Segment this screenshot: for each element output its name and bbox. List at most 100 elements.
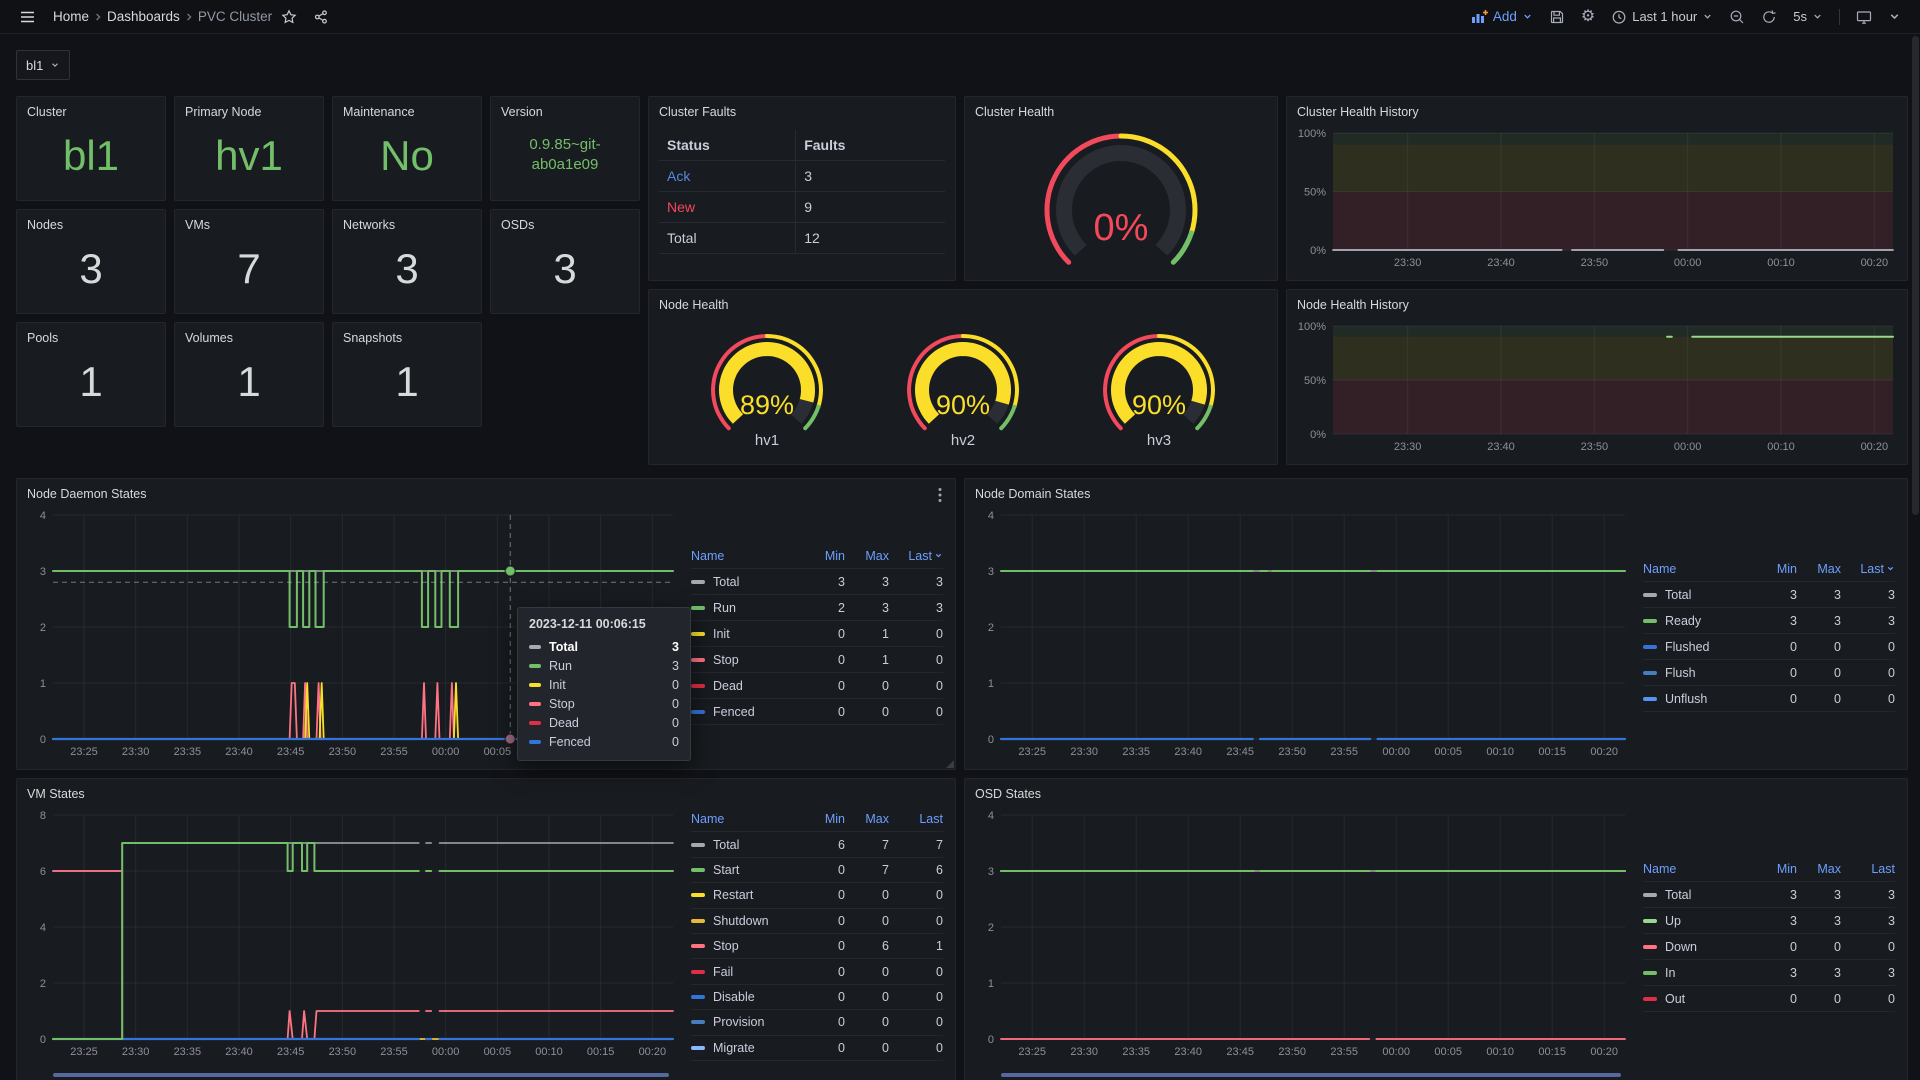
panel-title[interactable]: Node Domain States bbox=[965, 479, 1907, 502]
panel-title[interactable]: Node Health History bbox=[1287, 290, 1907, 313]
zoom-out-button[interactable] bbox=[1722, 3, 1752, 31]
legend-header: NameMinMaxLast bbox=[691, 543, 943, 569]
fault-status: Ack bbox=[659, 168, 795, 184]
panel-title[interactable]: VM States bbox=[17, 779, 955, 802]
panel-title[interactable]: Volumes bbox=[175, 323, 323, 346]
add-panel-button[interactable]: Add bbox=[1464, 3, 1540, 31]
legend-col-last[interactable]: Last bbox=[889, 549, 943, 563]
legend-col-name[interactable]: Name bbox=[691, 549, 801, 563]
panel-title[interactable]: OSD States bbox=[965, 779, 1907, 802]
legend-series-name[interactable]: Total bbox=[691, 838, 801, 852]
legend-series-name[interactable]: Dead bbox=[691, 679, 801, 693]
node-health-history-chart[interactable]: 0%50%100%23:3023:4023:5000:0000:1000:20 bbox=[1293, 318, 1901, 456]
panel-title[interactable]: Cluster bbox=[17, 97, 165, 120]
panel-title[interactable]: Node Daemon States bbox=[17, 479, 955, 502]
svg-text:23:40: 23:40 bbox=[1487, 441, 1515, 453]
dashboard-settings-button[interactable]: ⚙ bbox=[1574, 3, 1602, 31]
legend-series-name[interactable]: Stop bbox=[691, 653, 801, 667]
legend-series-name[interactable]: Fail bbox=[691, 965, 801, 979]
panel-title[interactable]: Cluster Health bbox=[965, 97, 1277, 120]
legend-series-name[interactable]: Flush bbox=[1643, 666, 1753, 680]
legend-series-name[interactable]: Out bbox=[1643, 992, 1753, 1006]
faults-col-faults[interactable]: Faults bbox=[795, 130, 945, 160]
panel-title[interactable]: Pools bbox=[17, 323, 165, 346]
legend-series-name[interactable]: Shutdown bbox=[691, 914, 801, 928]
node_domain-svg[interactable]: 0123423:2523:3023:3523:4023:4523:5023:55… bbox=[971, 507, 1633, 761]
panel-title[interactable]: Node Health bbox=[649, 290, 1277, 313]
legend-series-name[interactable]: Total bbox=[1643, 588, 1753, 602]
legend-col-max[interactable]: Max bbox=[845, 549, 889, 563]
legend-col-min[interactable]: Min bbox=[1753, 862, 1797, 876]
panel-menu-button[interactable] bbox=[933, 484, 947, 506]
chart-scrollbar[interactable] bbox=[53, 1073, 669, 1077]
legend-col-last[interactable]: Last bbox=[889, 812, 943, 826]
legend-col-last[interactable]: Last bbox=[1841, 562, 1895, 576]
legend-series-name[interactable]: Run bbox=[691, 601, 801, 615]
legend-col-min[interactable]: Min bbox=[1753, 562, 1797, 576]
legend-series-name[interactable]: Ready bbox=[1643, 614, 1753, 628]
legend-max: 0 bbox=[845, 679, 889, 693]
legend-series-name[interactable]: Migrate bbox=[691, 1041, 801, 1055]
panel-title[interactable]: OSDs bbox=[491, 210, 639, 233]
legend-col-max[interactable]: Max bbox=[1797, 562, 1841, 576]
legend-series-name[interactable]: Unflush bbox=[1643, 692, 1753, 706]
scrollbar-thumb[interactable] bbox=[1912, 36, 1919, 515]
panel-title[interactable]: Snapshots bbox=[333, 323, 481, 346]
panel-resize-handle[interactable] bbox=[946, 760, 954, 768]
panel-title[interactable]: Networks bbox=[333, 210, 481, 233]
save-dashboard-button[interactable] bbox=[1542, 3, 1572, 31]
favorite-star-button[interactable] bbox=[274, 3, 304, 31]
panel-title[interactable]: Cluster Faults bbox=[649, 97, 955, 120]
cluster_health_history-svg[interactable]: 0%50%100%23:3023:4023:5000:0000:1000:20 bbox=[1293, 125, 1901, 272]
time-range-button[interactable]: Last 1 hour bbox=[1604, 3, 1720, 31]
osd-states-chart[interactable]: 0123423:2523:3023:3523:4023:4523:5023:55… bbox=[971, 807, 1633, 1061]
legend-series-name[interactable]: Up bbox=[1643, 914, 1753, 928]
legend-col-max[interactable]: Max bbox=[845, 812, 889, 826]
legend-col-min[interactable]: Min bbox=[801, 549, 845, 563]
legend-series-name[interactable]: Fenced bbox=[691, 705, 801, 719]
legend-series-name[interactable]: Restart bbox=[691, 888, 801, 902]
dashboard-scrollbar[interactable] bbox=[1912, 36, 1919, 1078]
panel-title[interactable]: VMs bbox=[175, 210, 323, 233]
panel-title[interactable]: Cluster Health History bbox=[1287, 97, 1907, 120]
vm_states-svg[interactable]: 0246823:2523:3023:3523:4023:4523:5023:55… bbox=[23, 807, 681, 1061]
legend-series-name[interactable]: In bbox=[1643, 966, 1753, 980]
svg-text:23:35: 23:35 bbox=[1122, 1046, 1150, 1058]
legend-series-name[interactable]: Total bbox=[1643, 888, 1753, 902]
legend-series-name[interactable]: Init bbox=[691, 627, 801, 641]
legend-series-name[interactable]: Start bbox=[691, 863, 801, 877]
panel-title[interactable]: Maintenance bbox=[333, 97, 481, 120]
vm-states-chart[interactable]: 0246823:2523:3023:3523:4023:4523:5023:55… bbox=[23, 807, 681, 1061]
panel-title[interactable]: Nodes bbox=[17, 210, 165, 233]
legend-series-name[interactable]: Stop bbox=[691, 939, 801, 953]
faults-col-status[interactable]: Status bbox=[659, 137, 795, 153]
legend-col-last[interactable]: Last bbox=[1841, 862, 1895, 876]
panel-title[interactable]: Primary Node bbox=[175, 97, 323, 120]
legend-col-name[interactable]: Name bbox=[1643, 562, 1753, 576]
kiosk-mode-button[interactable] bbox=[1849, 3, 1879, 31]
breadcrumb-home[interactable]: Home bbox=[53, 9, 89, 24]
legend-col-name[interactable]: Name bbox=[1643, 862, 1753, 876]
legend-series-name[interactable]: Provision bbox=[691, 1015, 801, 1029]
legend-col-min[interactable]: Min bbox=[801, 812, 845, 826]
menu-toggle-button[interactable] bbox=[12, 3, 43, 31]
chart-scrollbar[interactable] bbox=[1001, 1073, 1621, 1077]
refresh-interval-button[interactable]: 5s bbox=[1786, 3, 1830, 31]
nav-collapse-button[interactable] bbox=[1881, 3, 1908, 31]
legend-series-name[interactable]: Down bbox=[1643, 940, 1753, 954]
refresh-button[interactable] bbox=[1754, 3, 1784, 31]
legend-series-name[interactable]: Total bbox=[691, 575, 801, 589]
share-button[interactable] bbox=[306, 3, 336, 31]
legend-col-name[interactable]: Name bbox=[691, 812, 801, 826]
legend-col-max[interactable]: Max bbox=[1797, 862, 1841, 876]
breadcrumb-dashboards[interactable]: Dashboards bbox=[107, 9, 180, 24]
variable-selector-cluster[interactable]: bl1 bbox=[16, 50, 70, 80]
cluster-health-history-chart[interactable]: 0%50%100%23:3023:4023:5000:0000:1000:20 bbox=[1293, 125, 1901, 272]
legend-series-name[interactable]: Disable bbox=[691, 990, 801, 1004]
tooltip-series-name: Dead bbox=[549, 716, 579, 730]
node_health_history-svg[interactable]: 0%50%100%23:3023:4023:5000:0000:1000:20 bbox=[1293, 318, 1901, 456]
legend-series-name[interactable]: Flushed bbox=[1643, 640, 1753, 654]
osd_states-svg[interactable]: 0123423:2523:3023:3523:4023:4523:5023:55… bbox=[971, 807, 1633, 1061]
panel-title[interactable]: Version bbox=[491, 97, 639, 120]
node-domain-states-chart[interactable]: 0123423:2523:3023:3523:4023:4523:5023:55… bbox=[971, 507, 1633, 761]
